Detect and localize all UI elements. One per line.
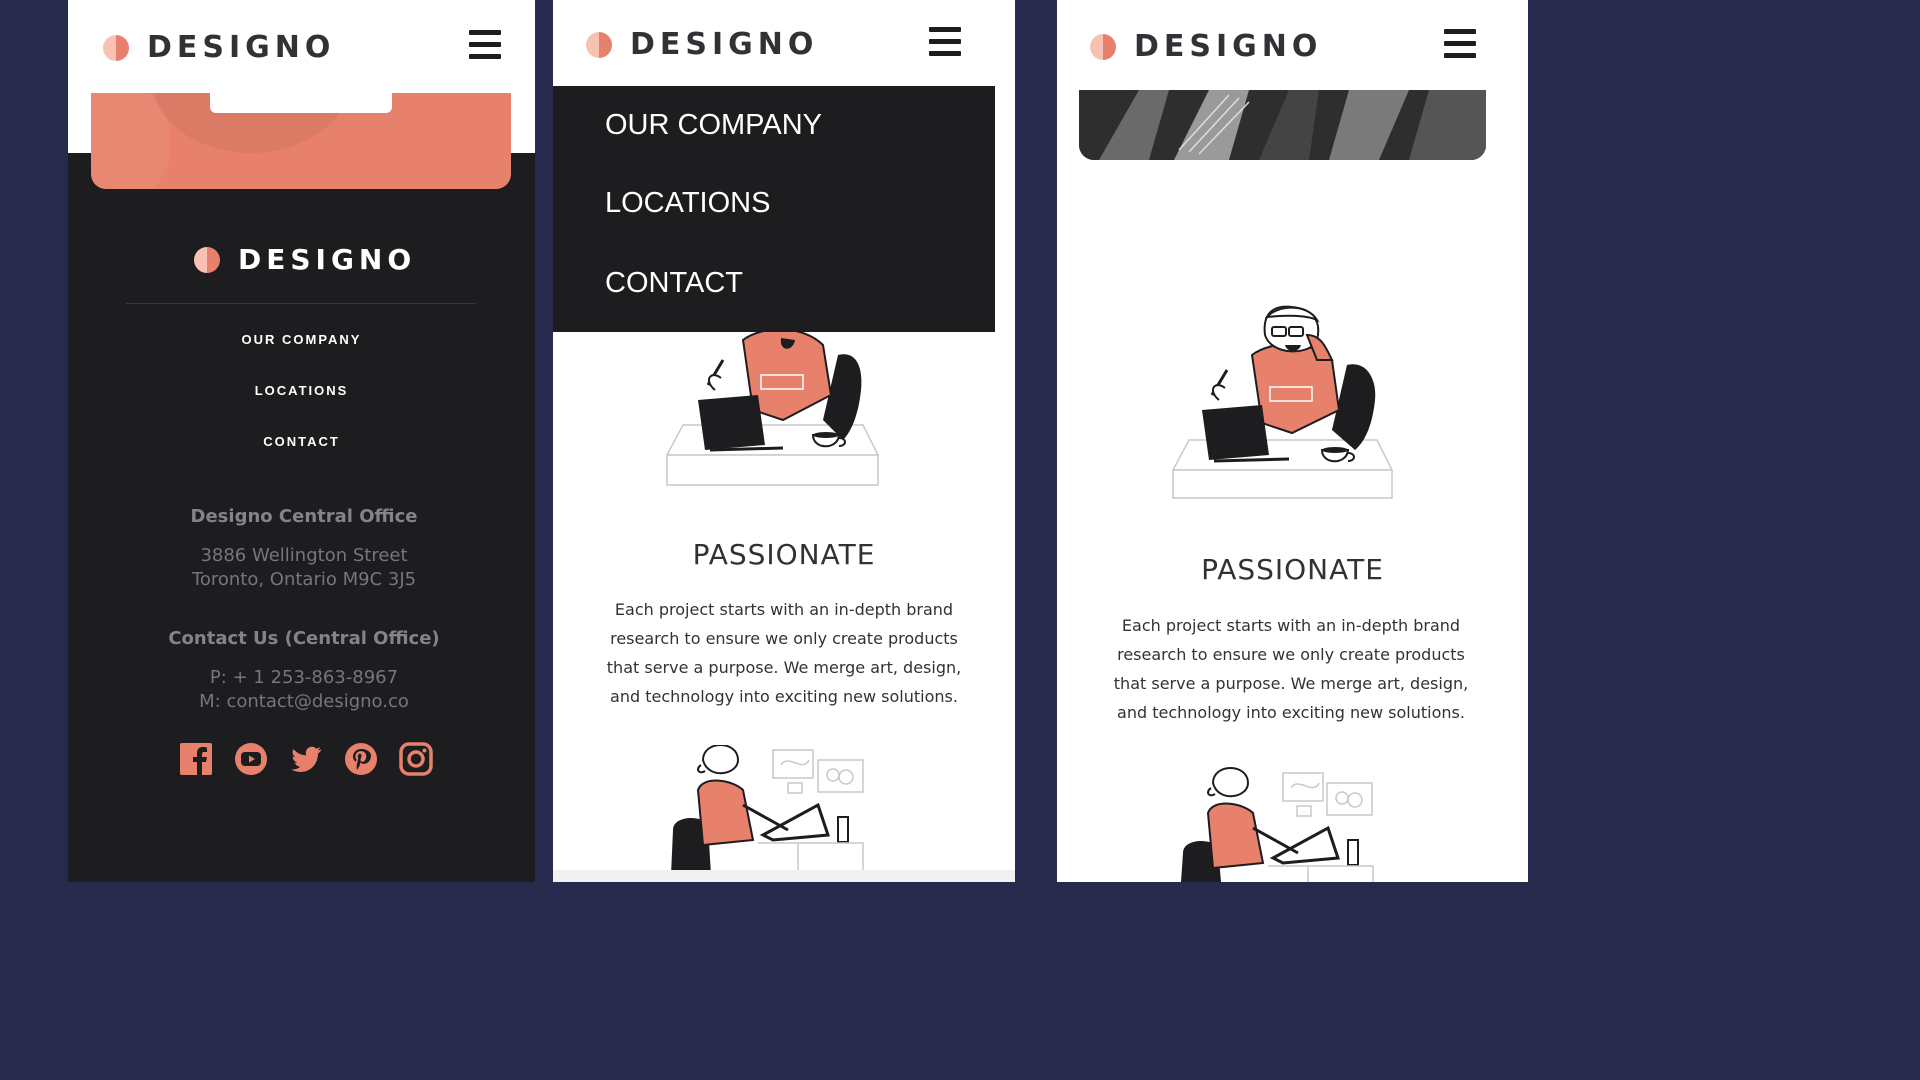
address-line-2: Toronto, Ontario M9C 3J5 <box>191 569 417 590</box>
mobile-footer-view: DESIGNO DESIGNO OUR COMPANY LOCATIONS CO… <box>68 0 535 882</box>
logo-mark-icon <box>1090 33 1116 60</box>
cta-button[interactable] <box>210 93 392 113</box>
hamburger-menu-icon[interactable] <box>929 27 961 57</box>
mobile-content-view: DESIGNO PASSIONATE Each project starts w… <box>1057 0 1528 882</box>
footer-nav-locations[interactable]: LOCATIONS <box>68 383 535 398</box>
logo-text: DESIGNO <box>238 243 417 276</box>
footer-logo[interactable]: DESIGNO <box>194 243 416 276</box>
contact-phone: P: + 1 253-863-8967 <box>209 667 399 688</box>
twitter-icon[interactable] <box>288 741 324 777</box>
logo-mark-icon <box>194 246 220 273</box>
pinterest-icon[interactable] <box>343 741 379 777</box>
feature-title: PASSIONATE <box>1201 553 1384 586</box>
mobile-menu-open-view: DESIGNO OUR COMPANY LOCATIONS CONTACT PA… <box>553 0 1015 882</box>
cta-card <box>91 93 511 189</box>
site-header: DESIGNO <box>1057 0 1528 88</box>
site-header: DESIGNO <box>553 0 1015 88</box>
hamburger-menu-icon[interactable] <box>1444 29 1476 59</box>
site-logo[interactable]: DESIGNO <box>586 27 818 62</box>
designer-tablet-illustration <box>671 745 864 875</box>
logo-mark-icon <box>586 31 612 58</box>
logo-text: DESIGNO <box>630 27 819 62</box>
site-logo[interactable]: DESIGNO <box>1090 29 1322 64</box>
instagram-icon[interactable] <box>398 741 434 777</box>
designer-laptop-illustration <box>1171 305 1394 499</box>
feature-description: Each project starts with an in-depth bra… <box>1113 616 1469 722</box>
office-title: Designo Central Office <box>190 506 418 527</box>
nav-dropdown-menu: OUR COMPANY LOCATIONS CONTACT <box>553 86 995 332</box>
view-projects-card[interactable] <box>1079 90 1486 160</box>
menu-item-locations[interactable]: LOCATIONS <box>605 187 770 220</box>
youtube-icon[interactable] <box>233 741 269 777</box>
menu-item-our-company[interactable]: OUR COMPANY <box>605 109 822 142</box>
logo-text: DESIGNO <box>147 30 336 65</box>
site-logo[interactable]: DESIGNO <box>103 30 335 65</box>
address-line-1: 3886 Wellington Street <box>200 545 408 566</box>
page-bottom-scrollbar[interactable] <box>553 870 1015 882</box>
designer-tablet-illustration <box>1181 767 1374 882</box>
footer-nav-our-company[interactable]: OUR COMPANY <box>68 332 535 347</box>
facebook-icon[interactable] <box>178 741 214 777</box>
social-links <box>178 741 434 777</box>
contact-title: Contact Us (Central Office) <box>168 628 440 649</box>
projects-photo <box>1079 90 1486 160</box>
logo-mark-icon <box>103 34 129 61</box>
footer-nav-contact[interactable]: CONTACT <box>68 434 535 449</box>
menu-item-contact[interactable]: CONTACT <box>605 267 743 300</box>
hamburger-menu-icon[interactable] <box>469 30 501 60</box>
contact-email: M: contact@designo.co <box>199 691 409 712</box>
logo-text: DESIGNO <box>1134 29 1323 64</box>
feature-title: PASSIONATE <box>692 538 876 571</box>
footer-divider <box>126 303 476 304</box>
feature-description: Each project starts with an in-depth bra… <box>606 600 962 706</box>
